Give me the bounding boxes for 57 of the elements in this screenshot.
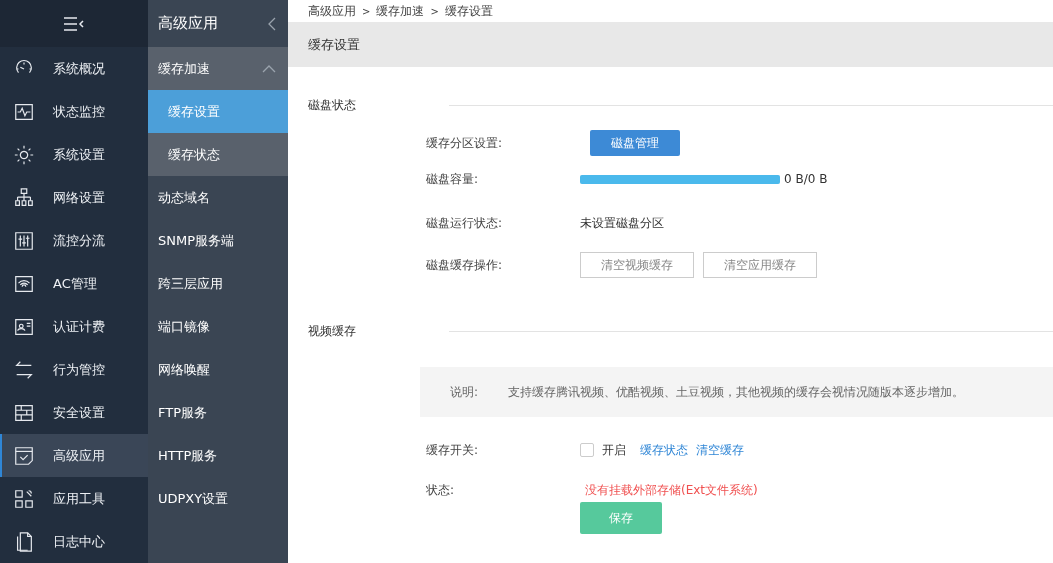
field-label: 磁盘缓存操作:	[426, 256, 504, 274]
submenu-item[interactable]: UDPXY设置	[148, 477, 288, 520]
nav-item[interactable]: 应用工具	[0, 477, 148, 520]
chevron-icon	[262, 64, 276, 73]
breadcrumb-item[interactable]: 缓存加速	[376, 2, 425, 20]
nav-icon	[13, 487, 35, 510]
section-title: 磁盘状态	[308, 96, 357, 114]
nav-icon	[13, 186, 35, 209]
field-value: 未设置磁盘分区	[580, 214, 664, 232]
checkbox-label[interactable]: 开启	[602, 441, 626, 459]
field-label: 磁盘容量:	[426, 170, 480, 188]
breadcrumb-separator: >	[362, 5, 371, 17]
submenu-item[interactable]: 端口镜像	[148, 305, 288, 348]
submenu-item[interactable]: SNMP服务端	[148, 219, 288, 262]
nav-item[interactable]: 流控分流	[0, 219, 148, 262]
submenu-item[interactable]: HTTP服务	[148, 434, 288, 477]
nav-item[interactable]: 状态监控	[0, 90, 148, 133]
clear-cache-button[interactable]: 清空视频缓存	[580, 252, 694, 278]
nav-item[interactable]: 系统设置	[0, 133, 148, 176]
note-label: 说明:	[450, 383, 480, 401]
collapse-menu-icon[interactable]	[63, 16, 85, 31]
nav-item[interactable]: 网络设置	[0, 176, 148, 219]
breadcrumb-item[interactable]: 缓存设置	[444, 2, 493, 20]
submenu-subitem[interactable]: 缓存状态	[148, 133, 288, 176]
nav-icon	[13, 444, 35, 467]
checkbox[interactable]	[580, 443, 594, 457]
nav-item[interactable]: 认证计费	[0, 305, 148, 348]
field-label: 缓存开关:	[426, 441, 480, 459]
submenu-item[interactable]: FTP服务	[148, 391, 288, 434]
nav-icon	[13, 143, 35, 166]
submenu-item[interactable]: 动态域名	[148, 176, 288, 219]
section-title: 视频缓存	[308, 322, 357, 340]
link[interactable]: 清空缓存	[696, 441, 744, 459]
status-message: 没有挂载外部存储(Ext文件系统)	[585, 481, 758, 499]
nav-item[interactable]: 系统概况	[0, 47, 148, 90]
submenu-item[interactable]: 跨三层应用	[148, 262, 288, 305]
breadcrumb-item[interactable]: 高级应用	[308, 2, 356, 20]
submenu-item[interactable]: 缓存加速	[148, 47, 288, 90]
nav-item[interactable]: 日志中心	[0, 520, 148, 563]
nav-item[interactable]: AC管理	[0, 262, 148, 305]
note-text: 支持缓存腾讯视频、优酷视频、土豆视频，其他视频的缓存会视情况随版本逐步增加。	[508, 383, 964, 401]
link[interactable]: 缓存状态	[640, 441, 688, 459]
chevron-left-icon[interactable]	[268, 16, 276, 31]
breadcrumb-separator: >	[430, 5, 439, 17]
submenu-title: 高级应用	[158, 14, 218, 33]
field-label: 磁盘运行状态:	[426, 214, 504, 232]
clear-cache-button[interactable]: 清空应用缓存	[703, 252, 817, 278]
nav-item[interactable]: 行为管控	[0, 348, 148, 391]
disk-management-button[interactable]: 磁盘管理	[590, 130, 680, 156]
field-label: 缓存分区设置:	[426, 134, 504, 152]
page-title: 缓存设置	[288, 22, 1053, 67]
nav-item[interactable]: 安全设置	[0, 391, 148, 434]
submenu-item[interactable]: 网络唤醒	[148, 348, 288, 391]
nav-icon	[13, 229, 35, 252]
field-label: 状态:	[426, 481, 456, 499]
nav-item[interactable]: 高级应用	[0, 434, 148, 477]
capacity-reading: 0 B/0 B	[784, 172, 828, 186]
